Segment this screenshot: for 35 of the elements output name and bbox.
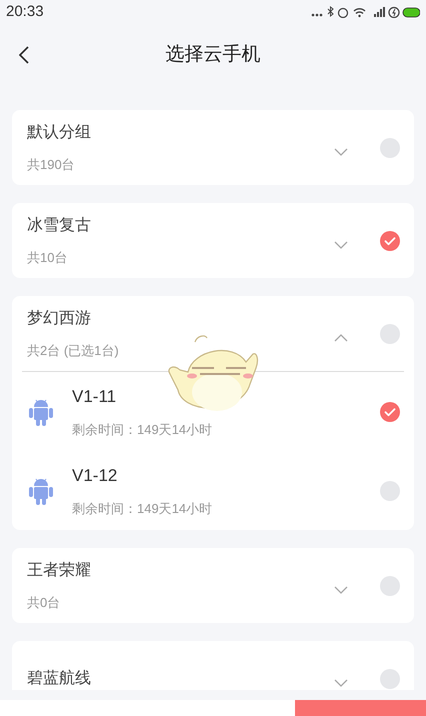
group-name: 默认分组 — [27, 122, 92, 143]
group-header[interactable]: 梦幻西游 共2台 (已选1台) — [12, 296, 414, 371]
group-name: 冰雪复古 — [27, 216, 92, 236]
unchecked-radio[interactable] — [380, 138, 400, 158]
page-title: 选择云手机 — [166, 42, 260, 67]
group-header[interactable]: 王者荣耀 共0台 — [12, 548, 414, 623]
chevron-down-icon[interactable] — [334, 678, 348, 686]
remaining-time: 剩余时间：149天14小时 — [72, 420, 214, 438]
back-icon — [19, 46, 29, 64]
group-count: 共10台 — [27, 248, 68, 267]
unchecked-radio[interactable] — [380, 480, 400, 500]
group-name: 碧蓝航线 — [27, 668, 92, 688]
device-name: V1-12 — [72, 465, 118, 487]
unchecked-radio[interactable] — [380, 576, 400, 596]
group-name: 王者荣耀 — [27, 560, 92, 581]
group-header[interactable]: 碧蓝航线 — [12, 641, 414, 690]
group-header[interactable]: 冰雪复古 共10台 — [12, 203, 414, 278]
status-time: 20:33 — [6, 2, 44, 22]
checked-radio[interactable] — [380, 402, 400, 422]
unchecked-radio[interactable] — [380, 668, 400, 688]
chevron-down-icon[interactable] — [334, 586, 348, 594]
group-count: 共190台 — [27, 156, 76, 174]
chevron-down-icon[interactable] — [334, 148, 348, 156]
group-count: 共2台 (已选1台) — [27, 342, 120, 360]
device-row[interactable]: V1-12 剩余时间：149天14小时 — [22, 451, 404, 530]
device-row[interactable]: V1-11 剩余时间：149天14小时 — [22, 372, 404, 451]
chevron-up-icon[interactable] — [334, 334, 348, 342]
checked-radio[interactable] — [380, 230, 400, 250]
unchecked-radio[interactable] — [380, 324, 400, 344]
remaining-time: 剩余时间：149天14小时 — [72, 500, 214, 518]
device-name: V1-11 — [72, 386, 118, 408]
group-name: 梦幻西游 — [27, 308, 92, 329]
group-count: 共0台 — [27, 594, 62, 612]
group-header[interactable]: 默认分组 共190台 — [12, 110, 414, 185]
chevron-down-icon[interactable] — [334, 240, 348, 248]
